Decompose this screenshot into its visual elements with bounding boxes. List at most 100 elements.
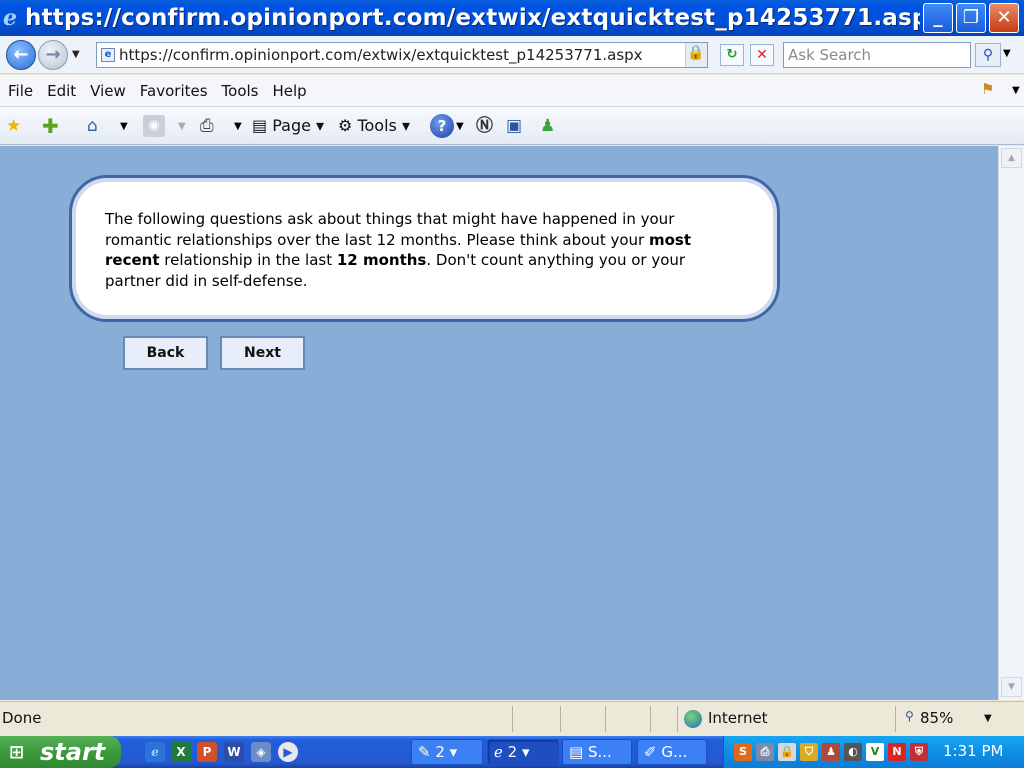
internet-zone-globe-icon xyxy=(684,710,702,728)
task-label: G... xyxy=(661,743,688,761)
windows-logo-icon: ⊞ xyxy=(9,742,25,763)
status-divider xyxy=(650,706,651,732)
help-dropdown-icon[interactable]: ▼ xyxy=(456,116,464,138)
menu-help[interactable]: Help xyxy=(265,82,313,100)
zoom-icon[interactable]: ⚲ xyxy=(905,709,914,723)
next-button[interactable]: Next xyxy=(220,336,305,370)
print-icon[interactable]: ⎙ xyxy=(200,115,214,137)
address-toolbar: ← → ▼ e https://confirm.opinionport.com/… xyxy=(0,36,1024,74)
status-divider xyxy=(512,706,513,732)
home-icon[interactable]: ⌂ xyxy=(87,115,98,137)
messenger-icon[interactable]: ♟ xyxy=(540,115,555,137)
browser-back-button[interactable]: ← xyxy=(6,40,36,70)
taskbar: ⊞ start e X P W ◈ ▶ ✎ 2 ▾ ℯ 2 ▾ ▤ S... ✐… xyxy=(0,736,1024,768)
gear-icon: ⚙ xyxy=(338,116,353,135)
page-icon-small: ▤ xyxy=(252,116,268,135)
refresh-button[interactable]: ↻ xyxy=(720,44,744,66)
search-input[interactable]: Ask Search xyxy=(783,42,971,68)
browser-forward-button[interactable]: → xyxy=(38,40,68,70)
tray-vc-icon[interactable]: V xyxy=(866,743,884,761)
research-icon[interactable]: Ⓝ xyxy=(476,115,493,137)
menu-view[interactable]: View xyxy=(82,82,132,100)
add-favorite-icon[interactable]: ✚ xyxy=(42,115,59,137)
command-bar: ★ ✚ ⌂ ▼ ◉ ▼ ⎙ ▼ ▤ Page ▾ ⚙ Tools ▾ ? ▼ Ⓝ… xyxy=(0,107,1024,145)
task-label: 2 xyxy=(435,743,445,761)
home-dropdown-icon[interactable]: ▼ xyxy=(120,116,128,138)
address-bar[interactable]: e https://confirm.opinionport.com/extwix… xyxy=(96,42,708,68)
help-icon[interactable]: ? xyxy=(430,114,454,138)
quicklaunch-word-icon[interactable]: W xyxy=(224,742,244,762)
tray-users-icon[interactable]: ♟ xyxy=(822,743,840,761)
intro-part-2: relationship in the last xyxy=(159,251,337,269)
gimp-icon: ✎ xyxy=(418,743,431,761)
back-button[interactable]: Back xyxy=(123,336,208,370)
security-zone-label: Internet xyxy=(708,709,768,727)
window-title: https://confirm.opinionport.com/extwix/e… xyxy=(25,5,920,31)
taskbar-group-gimp[interactable]: ✎ 2 ▾ xyxy=(411,739,483,765)
task-label: 2 xyxy=(507,743,518,761)
internet-explorer-icon: e xyxy=(3,5,17,31)
status-divider xyxy=(560,706,561,732)
scroll-down-arrow-icon[interactable]: ▼ xyxy=(1001,677,1022,697)
quicklaunch-ie-icon[interactable]: e xyxy=(145,742,165,762)
quicklaunch-media-player-icon[interactable]: ▶ xyxy=(278,742,298,762)
feeds-dropdown-icon[interactable]: ▼ xyxy=(178,116,186,138)
recent-pages-dropdown-icon[interactable]: ▼ xyxy=(72,49,80,60)
status-bar: Done Internet ⚲ 85% ▼ xyxy=(0,701,1024,735)
intro-part-1: The following questions ask about things… xyxy=(105,210,675,249)
taskbar-item-paint[interactable]: ✐ G... xyxy=(637,739,707,765)
taskbar-group-ie[interactable]: ℯ 2 ▾ xyxy=(487,739,559,765)
flag-dropdown-icon[interactable]: ▼ xyxy=(1012,85,1020,96)
menu-tools[interactable]: Tools xyxy=(214,82,265,100)
paint-icon: ✐ xyxy=(644,743,657,761)
translate-icon[interactable]: ▣ xyxy=(506,115,522,137)
start-label: start xyxy=(40,738,106,766)
status-divider xyxy=(605,706,606,732)
tray-shield-icon[interactable]: ⛉ xyxy=(800,743,818,761)
tray-app-icon[interactable]: S xyxy=(734,743,752,761)
system-tray: S ⎙ 🔒 ⛉ ♟ ◐ V N ⛨ 1:31 PM xyxy=(723,736,1024,768)
emphasis-12-months: 12 months xyxy=(336,251,427,269)
quicklaunch-excel-icon[interactable]: X xyxy=(171,742,191,762)
taskbar-item-word-doc[interactable]: ▤ S... xyxy=(562,739,632,765)
menu-bar: File Edit View Favorites Tools Help ⚑ ▼ xyxy=(0,75,1024,107)
feeds-icon[interactable]: ◉ xyxy=(143,115,165,137)
tray-printer-icon[interactable]: ⎙ xyxy=(756,743,774,761)
status-text: Done xyxy=(2,709,42,727)
close-button[interactable]: ✕ xyxy=(989,3,1019,33)
vertical-scrollbar[interactable]: ▲ ▼ xyxy=(998,146,1024,700)
status-divider xyxy=(677,706,678,732)
tools-menu-button[interactable]: ⚙ Tools ▾ xyxy=(338,115,410,137)
zoom-dropdown-icon[interactable]: ▼ xyxy=(984,713,992,724)
scroll-up-arrow-icon[interactable]: ▲ xyxy=(1001,148,1022,168)
lock-icon[interactable]: 🔒 xyxy=(687,45,705,65)
minimize-button[interactable]: _ xyxy=(923,3,953,33)
word-icon: ▤ xyxy=(569,743,584,761)
stop-button[interactable]: ✕ xyxy=(750,44,774,66)
zoom-level[interactable]: 85% xyxy=(920,709,953,727)
search-icon[interactable]: ⚲ xyxy=(975,43,1001,67)
address-url[interactable]: https://confirm.opinionport.com/extwix/e… xyxy=(119,46,643,64)
tray-norton-icon[interactable]: N xyxy=(888,743,906,761)
menu-favorites[interactable]: Favorites xyxy=(132,82,214,100)
windows-flag-icon[interactable]: ⚑ xyxy=(981,80,1003,102)
tray-network-icon[interactable]: ◐ xyxy=(844,743,862,761)
maximize-button[interactable]: ❐ xyxy=(956,3,986,33)
favorites-star-icon[interactable]: ★ xyxy=(6,115,21,137)
quicklaunch-outlook-icon[interactable]: ◈ xyxy=(251,742,271,762)
menu-file[interactable]: File xyxy=(0,82,39,100)
menu-edit[interactable]: Edit xyxy=(39,82,82,100)
tools-menu-label: Tools ▾ xyxy=(357,116,410,135)
page-menu-label: Page ▾ xyxy=(272,116,325,135)
page-icon: e xyxy=(101,48,115,62)
task-label: S... xyxy=(587,743,612,761)
print-dropdown-icon[interactable]: ▼ xyxy=(234,116,242,138)
start-button[interactable]: ⊞ start xyxy=(0,736,121,768)
tray-security-icon[interactable]: ⛨ xyxy=(910,743,928,761)
clock[interactable]: 1:31 PM xyxy=(943,742,1003,760)
status-divider xyxy=(895,706,896,732)
quicklaunch-powerpoint-icon[interactable]: P xyxy=(197,742,217,762)
tray-lock-icon[interactable]: 🔒 xyxy=(778,743,796,761)
search-options-dropdown-icon[interactable]: ▼ xyxy=(1003,48,1011,59)
page-menu-button[interactable]: ▤ Page ▾ xyxy=(252,115,324,137)
